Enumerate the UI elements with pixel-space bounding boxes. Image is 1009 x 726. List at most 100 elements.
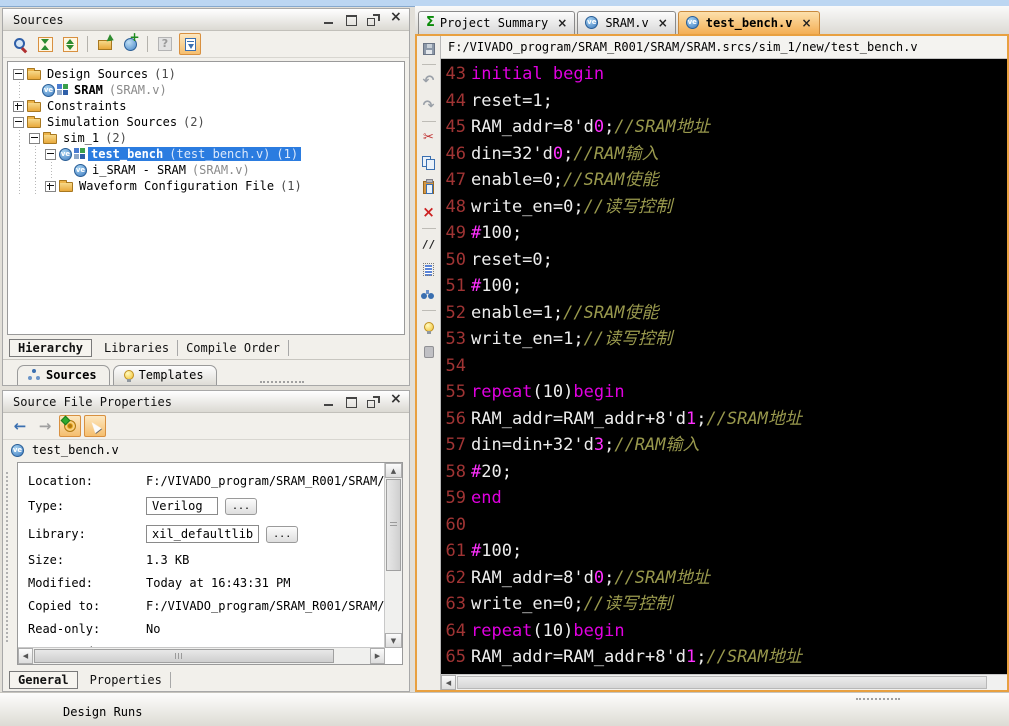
minimize-button[interactable] — [322, 13, 337, 26]
maximize-button[interactable] — [344, 13, 359, 26]
expand-all-button[interactable] — [59, 33, 81, 55]
code-line-45[interactable]: 45RAM_addr=8'd0;//SRAM地址 — [441, 114, 1007, 141]
code-line-59[interactable]: 59end — [441, 485, 1007, 512]
code-line-47[interactable]: 47enable=0;//SRAM使能 — [441, 167, 1007, 194]
splitter-handle[interactable] — [856, 698, 900, 700]
collapse-icon[interactable] — [13, 117, 24, 128]
scroll-left-icon[interactable]: ◀ — [441, 675, 456, 690]
redo-button[interactable] — [419, 95, 439, 116]
scroll-up-icon[interactable]: ▲ — [385, 463, 402, 478]
horizontal-scroll-thumb[interactable] — [457, 676, 987, 689]
code-line-61[interactable]: 61#100; — [441, 538, 1007, 565]
maximize-button[interactable] — [344, 395, 359, 408]
tab-close-icon[interactable] — [801, 18, 811, 28]
paste-button[interactable] — [419, 177, 439, 198]
tab-close-icon[interactable] — [557, 18, 567, 28]
close-button[interactable] — [388, 395, 403, 408]
tab-properties[interactable]: Properties — [82, 672, 171, 688]
properties-panel-titlebar[interactable]: Source File Properties — [3, 391, 409, 413]
tree-item-sram[interactable]: SRAM(SRAM.v) — [12, 82, 404, 98]
sources-panel-titlebar[interactable]: Sources — [3, 9, 409, 31]
indent-button[interactable] — [419, 259, 439, 280]
code-line-44[interactable]: 44reset=1; — [441, 88, 1007, 115]
code-line-54[interactable]: 54 — [441, 353, 1007, 380]
dock-button[interactable] — [179, 33, 201, 55]
vertical-scroll-thumb[interactable] — [386, 479, 401, 571]
expand-icon[interactable] — [45, 181, 56, 192]
editor-horizontal-scrollbar[interactable]: ◀ — [441, 674, 1007, 690]
tab-close-icon[interactable] — [658, 18, 668, 28]
tab-compile-order[interactable]: Compile Order — [178, 340, 289, 356]
property-input[interactable]: Verilog — [146, 497, 218, 515]
light-bulb-button[interactable] — [419, 316, 439, 337]
close-button[interactable] — [388, 13, 403, 26]
tree-item-sim-1[interactable]: sim_1(2) — [12, 130, 404, 146]
scroll-left-icon[interactable]: ◀ — [18, 648, 33, 664]
tab-general[interactable]: General — [9, 671, 78, 689]
code-line-53[interactable]: 53write_en=1;//读写控制 — [441, 326, 1007, 353]
help-button[interactable] — [154, 33, 176, 55]
float-button[interactable] — [366, 13, 381, 26]
search-button[interactable] — [9, 33, 31, 55]
find-replace-button[interactable] — [419, 284, 439, 305]
code-line-65[interactable]: 65RAM_addr=RAM_addr+8'd1;//SRAM地址 — [441, 644, 1007, 671]
code-line-64[interactable]: 64repeat(10)begin — [441, 618, 1007, 645]
tree-item-waveform-configuration-file[interactable]: Waveform Configuration File(1) — [12, 178, 404, 194]
code-line-62[interactable]: 62RAM_addr=8'd0;//SRAM地址 — [441, 565, 1007, 592]
tree-item-test-bench[interactable]: test_bench(test_bench.v)(1) — [12, 146, 404, 162]
scroll-down-icon[interactable]: ▼ — [385, 633, 402, 648]
back-button[interactable] — [9, 415, 31, 437]
collapse-all-button[interactable] — [34, 33, 56, 55]
code-line-51[interactable]: 51#100; — [441, 273, 1007, 300]
tree-item-design-sources[interactable]: Design Sources(1) — [12, 66, 404, 82]
editor-tab-project-summary[interactable]: Project Summary — [418, 11, 575, 34]
tree-item-simulation-sources[interactable]: Simulation Sources(2) — [12, 114, 404, 130]
add-sources-button[interactable] — [119, 33, 141, 55]
code-line-48[interactable]: 48write_en=0;//读写控制 — [441, 194, 1007, 221]
code-area[interactable]: 43initial begin44reset=1;45RAM_addr=8'd0… — [441, 59, 1007, 674]
tab-templates[interactable]: Templates — [113, 365, 217, 385]
splitter-handle[interactable] — [260, 381, 304, 383]
tab-hierarchy[interactable]: Hierarchy — [9, 339, 92, 357]
code-line-55[interactable]: 55repeat(10)begin — [441, 379, 1007, 406]
editor-tab-test-bench-v[interactable]: test_bench.v — [678, 11, 820, 34]
expand-icon[interactable] — [13, 101, 24, 112]
code-line-57[interactable]: 57din=din+32'd3;//RAM输入 — [441, 432, 1007, 459]
copy-button[interactable] — [419, 152, 439, 173]
forward-button[interactable] — [34, 415, 56, 437]
collapse-icon[interactable] — [13, 69, 24, 80]
tree-item-i-sram-sram[interactable]: i_SRAM - SRAM(SRAM.v) — [12, 162, 404, 178]
code-line-60[interactable]: 60 — [441, 512, 1007, 539]
delete-button[interactable] — [419, 202, 439, 223]
editor-tab-sram-v[interactable]: SRAM.v — [577, 11, 675, 34]
code-line-63[interactable]: 63write_en=0;//读写控制 — [441, 591, 1007, 618]
code-line-46[interactable]: 46din=32'd0;//RAM输入 — [441, 141, 1007, 168]
sources-tree[interactable]: Design Sources(1)SRAM(SRAM.v)Constraints… — [7, 61, 405, 335]
comment-button[interactable] — [419, 234, 439, 255]
open-file-button[interactable] — [94, 33, 116, 55]
property-input[interactable]: xil_defaultlib — [146, 525, 259, 543]
undo-button[interactable] — [419, 70, 439, 91]
collapse-icon[interactable] — [29, 133, 40, 144]
cut-button[interactable] — [419, 127, 439, 148]
tab-libraries[interactable]: Libraries — [96, 340, 178, 356]
float-button[interactable] — [366, 395, 381, 408]
tab-sources[interactable]: Sources — [17, 365, 110, 385]
browse-button[interactable]: ... — [266, 526, 298, 543]
code-line-52[interactable]: 52enable=1;//SRAM使能 — [441, 300, 1007, 327]
collapse-icon[interactable] — [45, 149, 56, 160]
browse-button[interactable]: ... — [225, 498, 257, 515]
tree-item-constraints[interactable]: Constraints — [12, 98, 404, 114]
properties-vertical-scrollbar[interactable]: ▲ ▼ — [384, 463, 402, 648]
code-line-58[interactable]: 58#20; — [441, 459, 1007, 486]
code-line-49[interactable]: 49#100; — [441, 220, 1007, 247]
minimize-button[interactable] — [322, 395, 337, 408]
code-line-43[interactable]: 43initial begin — [441, 61, 1007, 88]
splitter-dots-vertical[interactable] — [6, 472, 8, 642]
properties-horizontal-scrollbar[interactable]: ◀ ▶ — [18, 647, 385, 664]
select-cursor-button[interactable] — [84, 415, 106, 437]
code-line-50[interactable]: 50reset=0; — [441, 247, 1007, 274]
horizontal-scroll-thumb[interactable] — [34, 649, 334, 663]
code-line-56[interactable]: 56RAM_addr=RAM_addr+8'd1;//SRAM地址 — [441, 406, 1007, 433]
scroll-right-icon[interactable]: ▶ — [370, 648, 385, 664]
